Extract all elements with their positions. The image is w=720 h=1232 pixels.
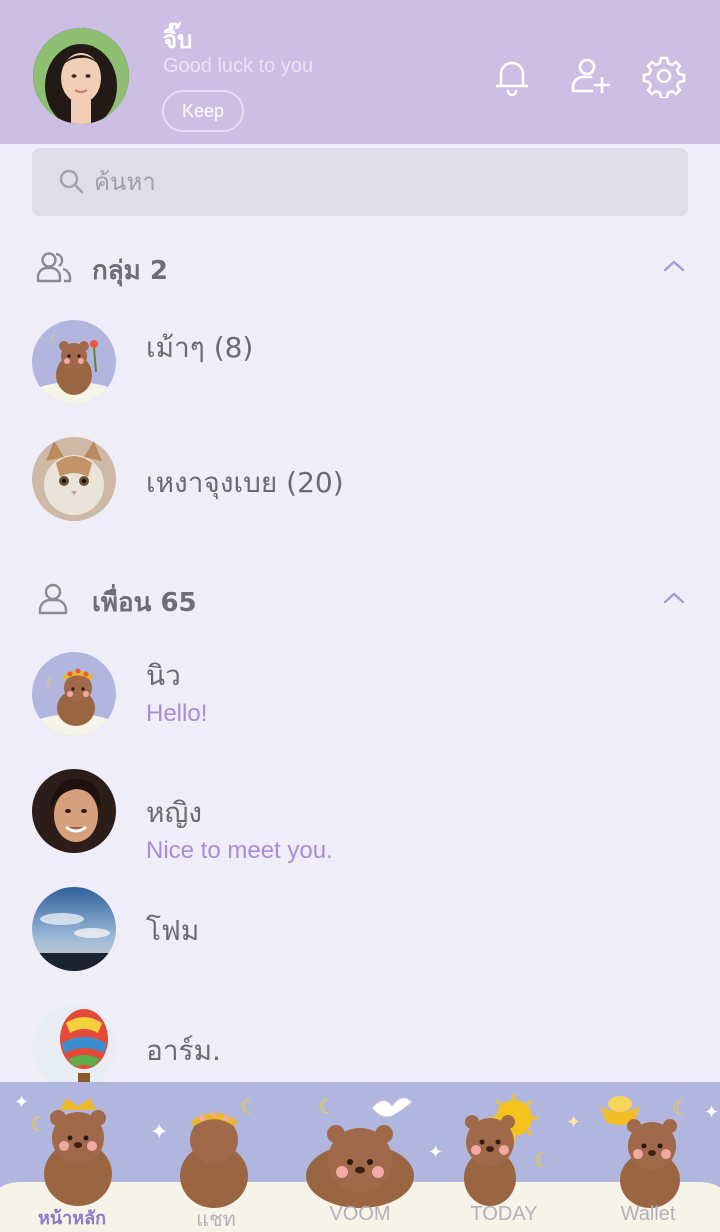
- nav-wallet[interactable]: Wallet: [576, 1082, 720, 1232]
- group-name: เม้าๆ (8): [146, 331, 254, 364]
- svg-text:☾: ☾: [50, 334, 59, 345]
- friend-avatar: [32, 887, 116, 971]
- chevron-up-icon[interactable]: [660, 254, 688, 278]
- bell-icon[interactable]: [490, 54, 534, 98]
- nav-voom-label: VOOM: [329, 1203, 391, 1225]
- nav-chat[interactable]: แชท: [144, 1082, 288, 1232]
- bear-standing-icon: [464, 1115, 516, 1206]
- group-avatar: ☾: [32, 320, 116, 404]
- bottom-navigation: ✦ ✦ ✦ ✦ ✦ ☾ ☾ ☾ ☾ ☾ หน้าหลัก แชท VOOM TO…: [0, 1082, 720, 1232]
- groups-section-title: กลุ่ม 2: [92, 256, 168, 286]
- friend-name: นิว: [146, 659, 181, 692]
- group-row[interactable]: เหงาจุงเบย (20): [0, 437, 720, 547]
- nav-home[interactable]: หน้าหลัก: [0, 1082, 144, 1232]
- keep-button[interactable]: Keep: [162, 90, 244, 132]
- nav-today[interactable]: TODAY: [432, 1082, 576, 1232]
- profile-status-message: Good luck to you: [163, 55, 314, 77]
- profile-name: จิ๊บ: [163, 26, 193, 54]
- svg-text:☾: ☾: [46, 676, 56, 689]
- add-friend-icon[interactable]: [568, 54, 612, 98]
- friend-icon: [38, 583, 68, 615]
- groups-section-header[interactable]: กลุ่ม 2: [0, 236, 720, 296]
- search-icon: [59, 169, 84, 194]
- bear-lying-icon: [306, 1125, 414, 1208]
- search-bar[interactable]: [32, 148, 688, 216]
- friends-section-title: เพื่อน 65: [92, 588, 197, 618]
- bear-with-crown-icon: [44, 1098, 112, 1206]
- gear-icon[interactable]: [642, 54, 686, 100]
- profile-avatar[interactable]: [33, 28, 129, 124]
- friends-section-header[interactable]: เพื่อน 65: [0, 568, 720, 628]
- friend-avatar: ☾: [32, 652, 116, 736]
- friend-name: โฟม: [146, 914, 200, 947]
- nav-home-label: หน้าหลัก: [37, 1208, 107, 1229]
- profile-header: จิ๊บ Good luck to you Keep: [0, 0, 720, 144]
- nav-chat-label: แชท: [196, 1209, 236, 1231]
- friend-avatar: [32, 1005, 116, 1089]
- group-icon: [36, 252, 72, 283]
- friend-status-message: Nice to meet you.: [146, 837, 333, 864]
- friend-row[interactable]: หญิง Nice to meet you.: [0, 769, 720, 879]
- friend-status-message: Hello!: [146, 700, 208, 727]
- nav-voom[interactable]: VOOM: [288, 1082, 432, 1232]
- search-input[interactable]: [94, 160, 654, 204]
- friend-avatar: [32, 769, 116, 853]
- group-avatar: [32, 437, 116, 521]
- friend-name: หญิง: [146, 796, 202, 829]
- group-name: เหงาจุงเบย (20): [146, 466, 344, 499]
- friend-row[interactable]: ☾ นิว Hello!: [0, 652, 720, 762]
- bear-sitting-icon: [620, 1119, 680, 1208]
- friend-name: อาร์ม.: [146, 1034, 221, 1067]
- friend-row[interactable]: โฟม: [0, 887, 720, 997]
- group-row[interactable]: ☾ เม้าๆ (8): [0, 320, 720, 430]
- nav-wallet-label: Wallet: [620, 1203, 676, 1225]
- chevron-up-icon[interactable]: [660, 586, 688, 610]
- bear-back-icon: [180, 1111, 248, 1208]
- nav-today-label: TODAY: [470, 1203, 538, 1225]
- bird-icon: [371, 1097, 413, 1118]
